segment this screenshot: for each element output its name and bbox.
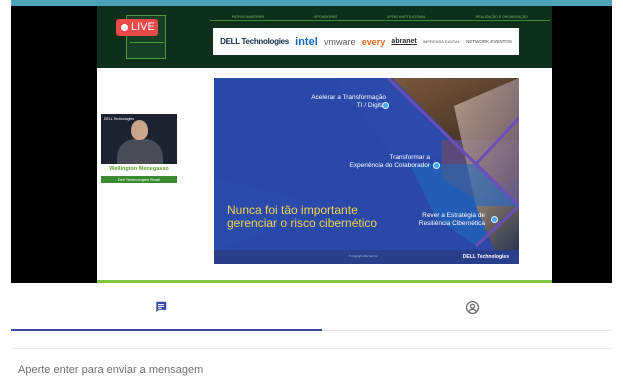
sponsor-category: APOIO INSTITUCIONAL xyxy=(387,15,426,19)
sponsor-logo-network: NETWORK EVENTOS xyxy=(466,39,512,44)
sponsor-category: APOIADORES xyxy=(314,15,338,19)
sponsor-logo-every: every xyxy=(361,36,386,47)
stream-frame: HER GITY LIVE PATROCINADORES APOIADORES … xyxy=(97,6,552,283)
slide-point-1-bullet-icon xyxy=(382,102,389,109)
page: HER GITY LIVE PATROCINADORES APOIADORES … xyxy=(0,0,623,381)
speaker-name: Wellington Menegasso xyxy=(109,166,169,172)
speaker-head xyxy=(131,120,148,140)
slide-point-1-line2: TI / Digital xyxy=(356,101,386,109)
active-tab-indicator xyxy=(11,329,322,331)
slide-point-1: Acelerar a Transformação TI / Digital xyxy=(311,94,386,109)
slide-point-3-line1: Rever a Estratégia de xyxy=(422,212,485,219)
speaker-body xyxy=(117,139,163,164)
presentation-slide: Acelerar a Transformação TI / Digital Tr… xyxy=(214,78,519,264)
speaker-video: DELL Technologies xyxy=(101,114,177,164)
account-circle-icon xyxy=(465,300,479,314)
tab-chat[interactable] xyxy=(11,283,311,331)
live-label: LIVE xyxy=(131,21,155,33)
panel-tabs xyxy=(11,283,612,331)
slide-point-1-line1: Acelerar a Transformação xyxy=(311,94,386,101)
sponsor-category: REALIZAÇÃO E ORGANIZAÇÃO xyxy=(475,15,528,19)
tab-profile[interactable] xyxy=(322,283,622,331)
slide-copyright: © Copyright 2022 Dell Inc. xyxy=(349,255,379,258)
sponsor-category: PATROCINADORES xyxy=(232,15,265,19)
sponsor-categories: PATROCINADORES APOIADORES APOIO INSTITUC… xyxy=(210,15,550,23)
event-logo-subtext xyxy=(130,42,164,54)
video-player[interactable]: HER GITY LIVE PATROCINADORES APOIADORES … xyxy=(11,0,612,283)
slide-point-3-line2: Resiliência Cibernética xyxy=(418,219,485,227)
sponsor-logo-intel: intel xyxy=(295,35,318,48)
event-banner: HER GITY LIVE PATROCINADORES APOIADORES … xyxy=(97,6,552,68)
slide-point-3-bullet-icon xyxy=(491,216,498,223)
sponsor-logo-dell: DELL Technologies xyxy=(220,37,289,46)
live-badge: LIVE xyxy=(116,19,158,36)
chat-divider xyxy=(11,348,612,349)
slide-point-2: Transformar a Experiência do Colaborador xyxy=(349,154,430,169)
speaker-company-tag: DELL Technologies xyxy=(104,117,134,121)
chat-icon xyxy=(156,301,167,313)
message-input[interactable]: Aperte enter para enviar a mensagem xyxy=(18,364,203,376)
sponsor-logo-abranet: abranet xyxy=(391,38,417,45)
slide-point-2-bullet-icon xyxy=(433,162,440,169)
live-dot-icon xyxy=(121,24,128,31)
sponsor-logo-imprensa: IMPRENSA DIGITAL xyxy=(422,39,460,44)
slide-headline-line2: gerenciar o risco cibernético xyxy=(227,216,378,230)
slide-point-2-line1: Transformar a xyxy=(389,154,430,161)
slide-point-3: Rever a Estratégia de Resiliência Cibern… xyxy=(419,212,485,227)
slide-headline: Nunca foi tão importante gerenciar o ris… xyxy=(227,204,377,230)
speaker-organization: Dell Technologies Brasil xyxy=(101,176,177,183)
slide-brand-logo: DELL Technologies xyxy=(462,254,509,260)
sponsor-logo-vmware: vmware xyxy=(323,36,356,47)
slide-footer: © Copyright 2022 Dell Inc. DELL Technolo… xyxy=(214,250,519,264)
slide-point-2-line2: Experiência do Colaborador xyxy=(349,161,430,169)
sponsor-logos: DELL Technologies intel vmware every abr… xyxy=(213,28,519,55)
